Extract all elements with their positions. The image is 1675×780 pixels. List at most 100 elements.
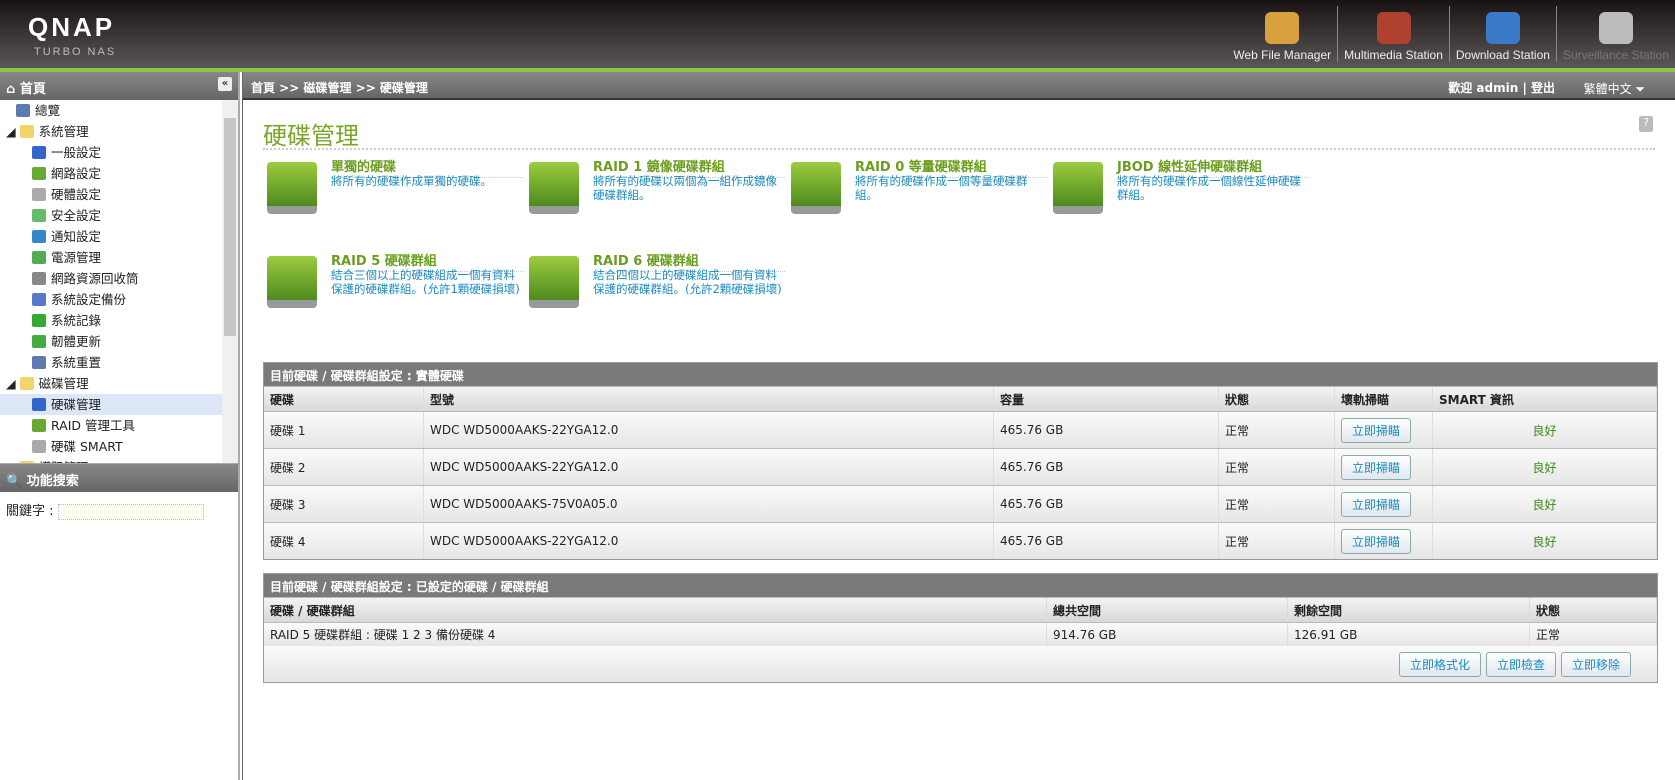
- scan-now-button[interactable]: 立即掃瞄: [1341, 528, 1412, 554]
- remove-now-button[interactable]: 立即移除: [1560, 651, 1631, 677]
- menu-item-icon: [32, 314, 46, 327]
- app-download-station[interactable]: Download Station: [1448, 6, 1556, 62]
- sidebar-item[interactable]: 網路資源回收筒: [0, 268, 238, 289]
- cell-disk: 硬碟 3: [270, 497, 306, 512]
- table-row[interactable]: RAID 5 硬碟群組 : 硬碟 1 2 3 備份硬碟 4 914.76 GB 12…: [264, 622, 1657, 646]
- cell-smart: 良好: [1532, 534, 1557, 549]
- hard-disk-icon: [791, 162, 841, 214]
- sidebar-item[interactable]: ◢ 磁碟管理: [0, 373, 238, 394]
- scan-now-button[interactable]: 立即掃瞄: [1341, 454, 1412, 480]
- sidebar-item[interactable]: 安全設定: [0, 205, 238, 226]
- sidebar-item[interactable]: 系統記錄: [0, 310, 238, 331]
- cell-status: 正常: [1225, 423, 1250, 438]
- table-row: 硬碟 1 WDC WD5000AAKS-22YGA12.0 465.76 GB 正常 立…: [264, 411, 1657, 448]
- cell-status: 正常: [1225, 534, 1250, 549]
- menu-item-icon: [32, 272, 46, 285]
- scan-now-button[interactable]: 立即掃瞄: [1341, 417, 1412, 443]
- raid-option[interactable]: RAID 5 硬碟群組 結合三個以上的硬碟組成一個有資料保護的硬碟群組。(允許1顆…: [267, 250, 537, 320]
- app-multimedia-station[interactable]: Multimedia Station: [1337, 6, 1449, 62]
- nav-tree: 總覽 ◢ 系統管理 一般設定 網路設定 硬體設定 安全設定 通知設定 電源管理 網路資源回收筒系…: [0, 100, 238, 464]
- table-caption: 目前硬碟 / 硬碟群組設定 : 已設定的硬碟 / 硬碟群組: [264, 574, 1657, 597]
- collapse-sidebar-button[interactable]: «: [218, 77, 232, 91]
- search-icon: 🔍: [6, 474, 23, 489]
- expand-arrow-icon[interactable]: ◢: [6, 376, 20, 391]
- keyword-input[interactable]: [57, 503, 204, 520]
- menu-item-icon: [32, 440, 46, 453]
- sidebar-item[interactable]: 通知設定: [0, 226, 238, 247]
- menu-item-icon: [32, 230, 46, 243]
- scan-now-button[interactable]: 立即掃瞄: [1341, 491, 1412, 517]
- menu-item-icon: [32, 356, 46, 369]
- page-title: 硬碟管理: [263, 122, 359, 150]
- hard-disk-icon: [267, 162, 317, 214]
- option-description: 將所有的硬碟以兩個為一組作成鏡像硬碟群組。: [593, 174, 777, 202]
- sidebar-item[interactable]: 總覽: [0, 100, 238, 121]
- cell-size: 465.76 GB: [1000, 460, 1064, 474]
- raid-option[interactable]: RAID 0 等量硬碟群組 將所有的硬碟作成一個等量硬碟群組。: [791, 156, 1061, 226]
- sidebar-item[interactable]: 硬碟管理: [0, 394, 238, 415]
- cell-status: 正常: [1225, 460, 1250, 475]
- surveillance-station-icon: [1598, 12, 1633, 44]
- table-row: 硬碟 2 WDC WD5000AAKS-22YGA12.0 465.76 GB 正常 立…: [264, 448, 1657, 485]
- cell-smart: 良好: [1532, 497, 1557, 512]
- raid-option[interactable]: 單獨的硬碟 將所有的硬碟作成單獨的硬碟。: [267, 156, 537, 226]
- table-row: 硬碟 4 WDC WD5000AAKS-22YGA12.0 465.76 GB 正常 立…: [264, 522, 1657, 559]
- option-description: 將所有的硬碟作成一個線性延伸硬碟群組。: [1117, 174, 1301, 202]
- raid-option[interactable]: RAID 1 鏡像硬碟群組 將所有的硬碟以兩個為一組作成鏡像硬碟群組。: [529, 156, 799, 226]
- sidebar-item[interactable]: ◢ 權限管理: [0, 457, 238, 463]
- turbo-nas-logo: TURBO NAS: [34, 46, 117, 58]
- main-content: 首頁 >> 磁碟管理 >> 硬碟管理 歡迎 admin | 登出 繁體中文 ⏷ …: [242, 72, 1675, 780]
- cell-disk: 硬碟 1: [270, 423, 306, 438]
- check-now-button[interactable]: 立即檢查: [1485, 651, 1556, 677]
- top-header: QNAP TURBO NAS Web File Manager Multimedi…: [0, 0, 1675, 72]
- menu-item-icon: [32, 167, 46, 180]
- sidebar: ⌂ 首頁 « 總覽 ◢ 系統管理 一般設定 網路設定 硬體設定 安全設定 通知設定 電源管理 網路…: [0, 72, 240, 780]
- sidebar-item[interactable]: 韌體更新: [0, 331, 238, 352]
- table-header: 硬碟 / 硬碟群組 總共空間 剩餘空間 狀態: [264, 597, 1657, 622]
- cell-smart: 良好: [1532, 460, 1557, 475]
- hard-disk-icon: [529, 256, 579, 308]
- app-surveillance-station[interactable]: Surveillance Station: [1555, 6, 1675, 62]
- cell-name: RAID 5 硬碟群組 : 硬碟 1 2 3 備份硬碟 4: [264, 623, 1047, 646]
- hard-disk-icon: [267, 256, 317, 308]
- sidebar-item[interactable]: 電源管理: [0, 247, 238, 268]
- cell-model: WDC WD5000AAKS-22YGA12.0: [430, 423, 619, 437]
- welcome-logout[interactable]: 歡迎 admin | 登出: [1448, 79, 1555, 96]
- web-file-manager-icon: [1265, 12, 1300, 44]
- sidebar-item[interactable]: 網路設定: [0, 163, 238, 184]
- menu-item-icon: [32, 188, 46, 201]
- app-web-file-manager[interactable]: Web File Manager: [1227, 6, 1337, 62]
- help-icon[interactable]: ?: [1639, 116, 1653, 132]
- table-caption: 目前硬碟 / 硬碟群組設定 : 實體硬碟: [264, 363, 1657, 386]
- sidebar-header: ⌂ 首頁 «: [0, 72, 238, 100]
- language-select[interactable]: 繁體中文 ⏷: [1584, 80, 1645, 97]
- cell-status: 正常: [1530, 623, 1657, 646]
- hard-disk-icon: [529, 162, 579, 214]
- sidebar-item[interactable]: RAID 管理工具: [0, 415, 238, 436]
- raid-option[interactable]: RAID 6 硬碟群組 結合四個以上的硬碟組成一個有資料保護的硬碟群組。(允許2顆…: [529, 250, 799, 320]
- cell-model: WDC WD5000AAKS-75V0A05.0: [430, 497, 618, 511]
- sidebar-item[interactable]: 系統重置: [0, 352, 238, 373]
- table-header: 硬碟 型號 容量 狀態 壞軌掃瞄 SMART 資訊: [264, 386, 1657, 411]
- physical-disks-table: 目前硬碟 / 硬碟群組設定 : 實體硬碟 硬碟 型號 容量 狀態 壞軌掃瞄 SMART 資…: [263, 362, 1658, 560]
- sidebar-item[interactable]: ◢ 系統管理: [0, 121, 238, 142]
- option-description: 結合四個以上的硬碟組成一個有資料保護的硬碟群組。(允許2顆硬碟損壞): [593, 268, 782, 296]
- format-now-button[interactable]: 立即格式化: [1398, 651, 1481, 677]
- cell-total: 914.76 GB: [1047, 623, 1288, 646]
- cell-free: 126.91 GB: [1288, 623, 1530, 646]
- breadcrumb[interactable]: 首頁 >> 磁碟管理 >> 硬碟管理: [251, 81, 428, 95]
- raid-option[interactable]: JBOD 線性延伸硬碟群組 將所有的硬碟作成一個線性延伸硬碟群組。: [1053, 156, 1323, 226]
- download-station-icon: [1485, 12, 1520, 44]
- option-description: 將所有的硬碟作成一個等量硬碟群組。: [855, 174, 1028, 202]
- menu-item-icon: [32, 209, 46, 222]
- cell-disk: 硬碟 4: [270, 534, 306, 549]
- sidebar-item[interactable]: 硬碟 SMART: [0, 436, 238, 457]
- expand-arrow-icon[interactable]: ◢: [6, 124, 20, 139]
- folder-icon: [19, 377, 34, 390]
- sidebar-item[interactable]: 硬體設定: [0, 184, 238, 205]
- sidebar-item[interactable]: 一般設定: [0, 142, 238, 163]
- scrollbar[interactable]: [222, 100, 238, 463]
- sidebar-title[interactable]: 首頁: [20, 82, 46, 97]
- qnap-logo: QNAP: [28, 12, 116, 42]
- sidebar-item[interactable]: 系統設定備份: [0, 289, 238, 310]
